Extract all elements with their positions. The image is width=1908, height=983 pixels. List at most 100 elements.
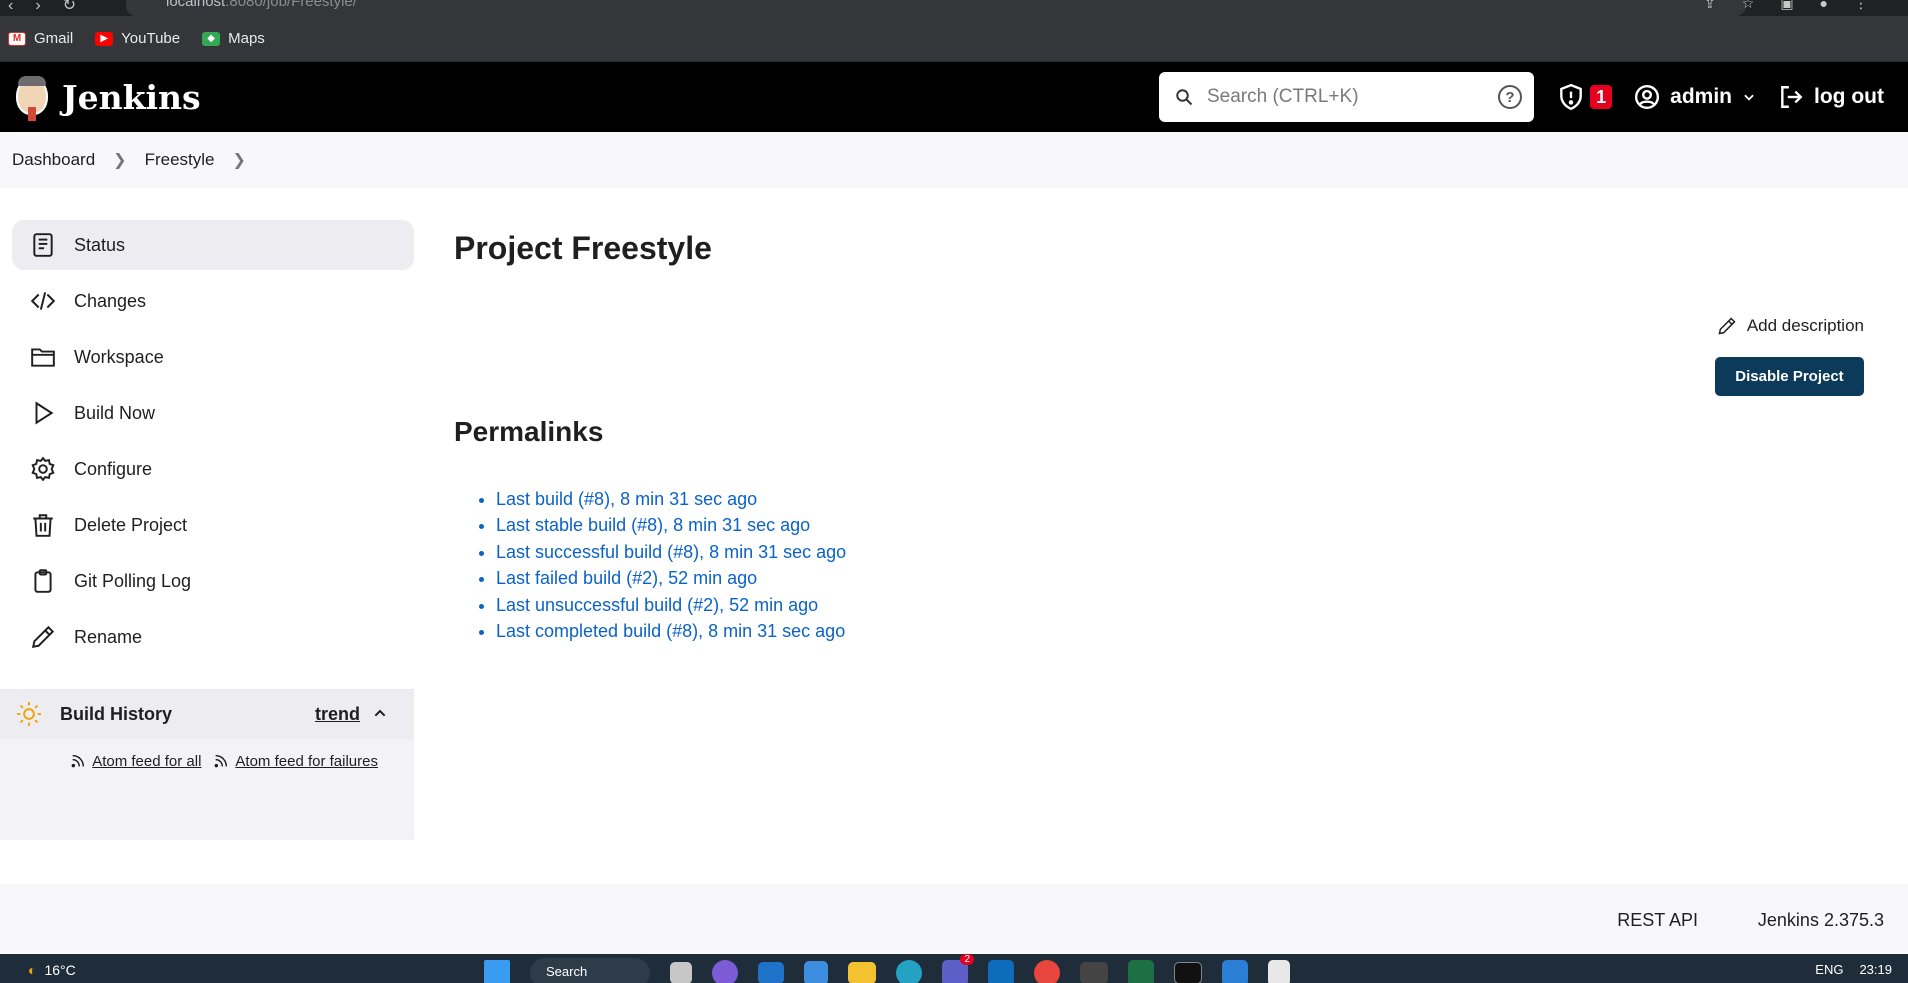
file-explorer-icon[interactable]	[848, 962, 876, 983]
sidebar-item-label: Build Now	[74, 402, 156, 423]
build-history-header: Build History trend	[0, 689, 414, 739]
logout-button[interactable]: log out	[1778, 84, 1884, 110]
sidebar-item-rename[interactable]: Rename	[12, 612, 414, 662]
permalink-last-failed-build[interactable]: Last failed build (#2), 52 min ago	[496, 568, 757, 588]
sidebar-item-label: Workspace	[74, 346, 164, 367]
jenkins-header: Jenkins ? 1 admin log out	[0, 62, 1908, 132]
feed-label: Atom feed for failures	[235, 753, 378, 770]
chevron-right-icon[interactable]: ❯	[233, 150, 246, 170]
code-icon	[30, 292, 56, 310]
browser-menu-icons[interactable]: ⇪☆▣●⋮	[1704, 0, 1894, 12]
temperature: 16°C	[44, 962, 76, 978]
bookmark-youtube[interactable]: ▶ YouTube	[95, 30, 180, 47]
trend-link[interactable]: trend	[315, 704, 360, 725]
sidebar-item-configure[interactable]: Configure	[12, 444, 414, 494]
document-app-icon[interactable]	[1268, 960, 1290, 983]
list-item: Last build (#8), 8 min 31 sec ago	[496, 486, 846, 512]
chevron-up-icon[interactable]	[372, 705, 388, 721]
store-icon[interactable]	[804, 961, 828, 983]
search-input[interactable]	[1207, 86, 1487, 108]
atom-feed-failures-link[interactable]: Atom feed for failures	[213, 753, 378, 840]
rest-api-link[interactable]: REST API	[1617, 910, 1698, 931]
taskbar-search[interactable]: Search	[530, 958, 650, 983]
permalink-last-successful-build[interactable]: Last successful build (#8), 8 min 31 sec…	[496, 542, 846, 562]
sidebar-item-build-now[interactable]: Build Now	[12, 388, 414, 438]
task-view-icon[interactable]	[670, 962, 692, 983]
page-footer: REST API Jenkins 2.375.3	[0, 884, 1908, 954]
disable-project-button[interactable]: Disable Project	[1715, 357, 1864, 396]
cmd-icon[interactable]	[1174, 962, 1202, 983]
outlook-icon[interactable]	[988, 960, 1014, 983]
page-title: Project Freestyle	[454, 230, 712, 266]
trash-icon	[33, 514, 53, 537]
taskbar-apps: Search 2	[484, 954, 1290, 983]
breadcrumb-freestyle[interactable]: Freestyle	[145, 150, 215, 170]
permalink-last-build[interactable]: Last build (#8), 8 min 31 sec ago	[496, 489, 757, 509]
gmail-icon: M	[8, 31, 26, 46]
teams-icon[interactable]: 2	[942, 954, 974, 983]
sidebar-item-label: Changes	[74, 290, 147, 311]
permalink-last-unsuccessful-build[interactable]: Last unsuccessful build (#2), 52 min ago	[496, 595, 818, 615]
main-panel: Project Freestyle Add description Disabl…	[454, 220, 1864, 641]
jenkins-version-link[interactable]: Jenkins 2.375.3	[1758, 910, 1884, 931]
bookmarks-bar: M Gmail ▶ YouTube ◆ Maps	[0, 16, 1908, 62]
sidebar-item-workspace[interactable]: Workspace	[12, 332, 414, 382]
list-item: Last unsuccessful build (#2), 52 min ago	[496, 592, 846, 618]
sidebar-item-status[interactable]: Status	[12, 220, 414, 270]
address-bar[interactable]: localhost:8080/job/Freestyle/	[126, 0, 1746, 16]
user-avatar-icon	[1635, 84, 1660, 110]
security-alerts-button[interactable]: 1	[1558, 83, 1613, 111]
chevron-right-icon: ❯	[113, 152, 127, 169]
search-icon	[1176, 89, 1193, 106]
language-indicator[interactable]: ENG	[1815, 962, 1843, 977]
jenkins-logo-icon	[12, 73, 52, 121]
help-icon[interactable]: ?	[1498, 85, 1522, 109]
user-menu[interactable]: admin	[1634, 84, 1756, 110]
weather-widget[interactable]: ◐ 16°C	[28, 962, 76, 978]
edge-icon[interactable]	[896, 960, 922, 983]
rss-icon	[71, 754, 85, 768]
brand-name: Jenkins	[62, 77, 201, 117]
list-item: Last failed build (#2), 52 min ago	[496, 565, 846, 591]
sidebar-item-delete-project[interactable]: Delete Project	[12, 500, 414, 550]
chat-icon[interactable]	[712, 960, 738, 983]
windows-start-icon[interactable]	[484, 960, 510, 983]
terminal-icon[interactable]	[1080, 962, 1108, 983]
chrome-icon[interactable]	[1034, 960, 1060, 983]
side-panel-tasks: Status Changes Workspace Build Now Confi…	[12, 220, 414, 668]
sidebar-item-label: Rename	[74, 626, 143, 647]
url-host: localhost	[166, 0, 226, 10]
sidebar-item-label: Git Polling Log	[74, 570, 192, 591]
build-history-title: Build History	[60, 703, 173, 724]
clipboard-icon	[34, 569, 52, 593]
folder-icon	[31, 348, 55, 367]
excel-icon[interactable]	[1128, 960, 1154, 983]
pencil-icon	[32, 625, 55, 648]
gear-icon	[31, 456, 55, 482]
bookmark-gmail[interactable]: M Gmail	[8, 30, 73, 47]
permalink-last-stable-build[interactable]: Last stable build (#8), 8 min 31 sec ago	[496, 515, 810, 535]
teams-badge: 2	[960, 954, 974, 965]
bookmark-maps[interactable]: ◆ Maps	[202, 30, 265, 47]
browser-url-strip: ‹›↻ localhost:8080/job/Freestyle/ ⇪☆▣●⋮	[0, 0, 1908, 16]
jenkins-logo-link[interactable]: Jenkins	[12, 73, 201, 121]
add-description-button[interactable]: Add description	[1717, 316, 1864, 336]
sidebar-item-git-polling-log[interactable]: Git Polling Log	[12, 556, 414, 606]
atom-feed-all-link[interactable]: Atom feed for all	[70, 753, 201, 840]
breadcrumb-dashboard[interactable]: Dashboard	[12, 150, 95, 170]
build-history-panel: Build History trend Atom feed for all At…	[0, 689, 414, 840]
mail-icon[interactable]	[758, 962, 784, 983]
security-count-badge: 1	[1590, 85, 1613, 109]
youtube-icon: ▶	[95, 31, 114, 46]
search-box[interactable]: ?	[1159, 72, 1534, 122]
add-description-label: Add description	[1746, 316, 1864, 335]
vscode-icon[interactable]	[1222, 960, 1248, 983]
browser-nav-icons[interactable]: ‹›↻	[8, 0, 98, 15]
sidebar-item-changes[interactable]: Changes	[12, 276, 414, 326]
url-path: :8080/job/Freestyle/	[225, 0, 357, 10]
permalink-last-completed-build[interactable]: Last completed build (#8), 8 min 31 sec …	[496, 621, 845, 641]
clock[interactable]: 23:19	[1859, 962, 1892, 977]
permalinks-list: Last build (#8), 8 min 31 sec ago Last s…	[496, 486, 846, 644]
sidebar-item-label: Configure	[74, 458, 153, 479]
permalinks-heading: Permalinks	[454, 416, 604, 447]
